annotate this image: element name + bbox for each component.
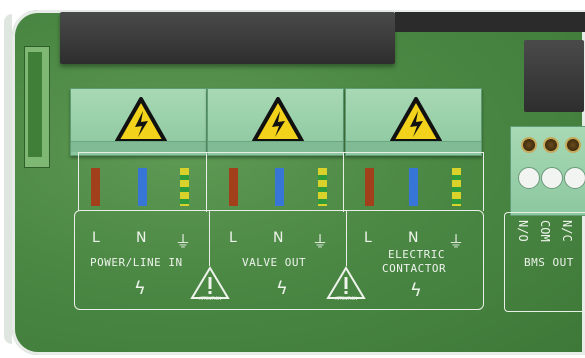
pin-label: L — [229, 230, 237, 246]
wire-hole — [541, 167, 563, 189]
divider-line — [206, 152, 207, 212]
live-wire — [229, 168, 238, 206]
high-voltage-warning-icon — [115, 97, 167, 143]
bms-pin-no: N/O — [516, 220, 530, 242]
high-voltage-warning-icon — [390, 97, 442, 143]
lightning-bolt-icon: ϟ — [276, 278, 288, 299]
attention-triangle-icon: ATTENTION — [190, 266, 230, 306]
pcb-photo: L N ⏚ L N ⏚ L N ⏚ POWER/LINE IN VALVE OU… — [0, 0, 585, 358]
pin-label: N — [408, 230, 419, 246]
pin-label: L — [364, 230, 372, 246]
earth-wire — [180, 168, 189, 206]
live-wire — [365, 168, 374, 206]
label-divider — [346, 210, 347, 266]
earth-ground-icon: ⏚ — [312, 232, 329, 251]
bms-pin-com: COM — [538, 220, 552, 242]
wire-hole — [518, 167, 540, 189]
neutral-wire — [138, 168, 147, 206]
attention-triangle-icon: ATTENTION — [326, 266, 366, 306]
pin-label: L — [92, 230, 100, 246]
lightning-bolt-icon: ϟ — [410, 280, 422, 301]
heatsink-component — [60, 12, 395, 64]
terminal-block-power — [70, 88, 207, 156]
left-connector-core — [28, 52, 42, 157]
top-right-component — [395, 12, 585, 32]
terminal-ridge — [346, 141, 481, 152]
divider-line — [343, 152, 344, 212]
terminal-name-power: POWER/LINE IN — [90, 256, 183, 269]
wire-hole — [564, 167, 585, 189]
earth-wire — [452, 168, 461, 206]
earth-ground-icon: ⏚ — [448, 232, 465, 251]
attention-text: ATTENTION — [198, 296, 222, 301]
high-voltage-warning-icon — [252, 97, 304, 143]
live-wire — [91, 168, 100, 206]
pin-label: N — [273, 230, 284, 246]
bms-pin-nc: N/C — [560, 220, 574, 242]
terminal-screw — [565, 137, 581, 153]
lightning-bolt-icon: ϟ — [134, 278, 146, 299]
terminal-name-contactor-line2: CONTACTOR — [382, 262, 447, 275]
bms-title: BMS OUT — [524, 256, 574, 269]
terminal-block-contactor — [345, 88, 482, 156]
relay-component — [524, 40, 584, 112]
earth-ground-icon: ⏚ — [175, 232, 192, 251]
terminal-name-valve: VALVE OUT — [242, 256, 307, 269]
terminal-ridge — [71, 141, 206, 152]
bms-terminal-block — [510, 126, 585, 216]
terminal-block-valve — [207, 88, 344, 156]
attention-text: ATTENTION — [334, 296, 358, 301]
terminal-screw — [543, 137, 559, 153]
board-edge — [4, 14, 12, 344]
terminal-name-contactor-line1: ELECTRIC — [388, 248, 445, 261]
earth-wire — [318, 168, 327, 206]
neutral-wire — [409, 168, 418, 206]
terminal-ridge — [208, 141, 343, 152]
label-divider — [209, 210, 210, 266]
neutral-wire — [275, 168, 284, 206]
terminal-screw — [521, 137, 537, 153]
circuit-board: L N ⏚ L N ⏚ L N ⏚ POWER/LINE IN VALVE OU… — [12, 10, 585, 355]
pin-label: N — [136, 230, 147, 246]
